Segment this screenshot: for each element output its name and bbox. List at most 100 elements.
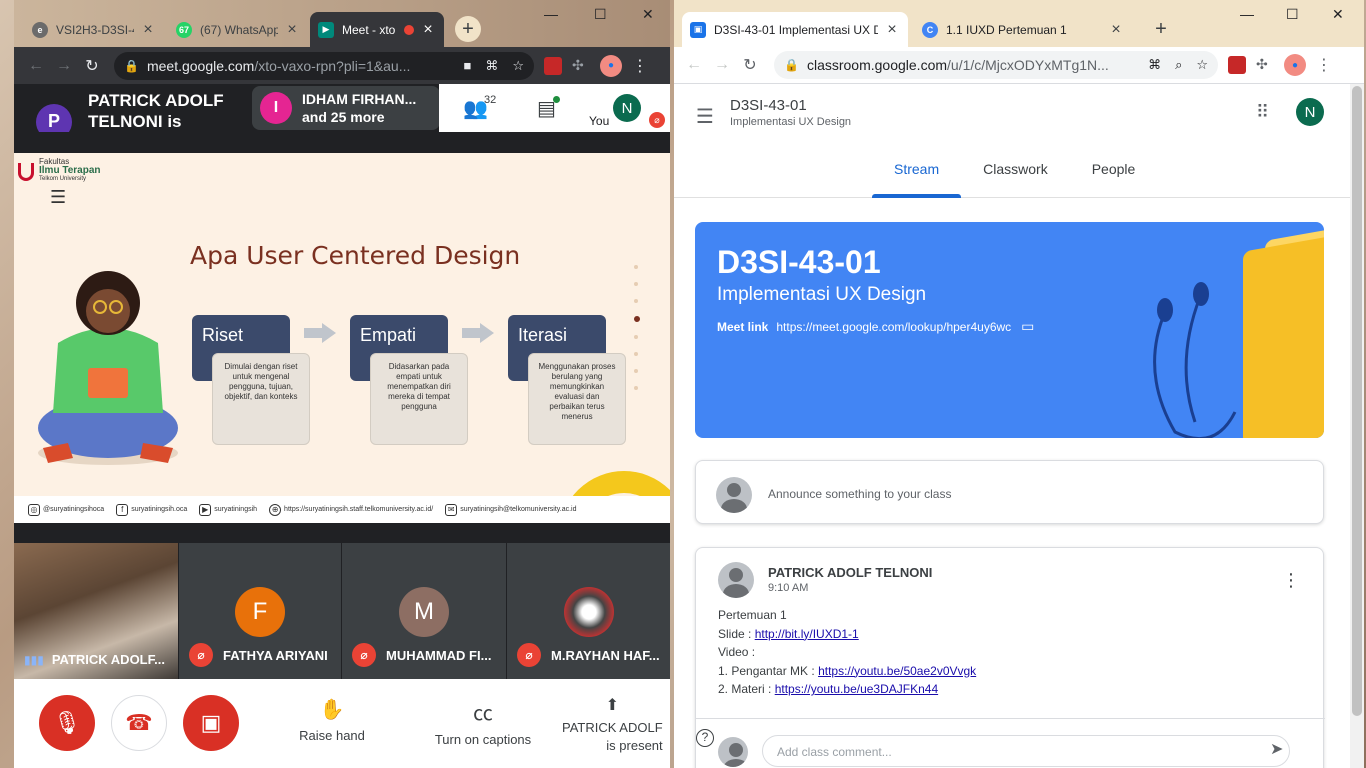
participants-pill[interactable]: I IDHAM FIRHAN... and 25 more [252,86,440,130]
zoom-icon[interactable]: ⌕ [1175,57,1182,73]
close-icon[interactable]: × [284,21,300,39]
announce-box[interactable]: Announce something to your class [695,460,1324,524]
participant-tile[interactable]: M ⌀ MUHAMMAD FI... [342,543,506,679]
step-riset-desc: Dimulai dengan riset untuk mengenal peng… [212,353,310,445]
speaking-icon: ▮▮▮ [24,652,44,667]
scrollbar[interactable] [1350,84,1364,768]
lock-icon: 🔒 [124,58,139,73]
maximize-icon[interactable]: ☐ [594,6,607,23]
slide-link[interactable]: http://bit.ly/IUXD1-1 [755,627,859,641]
self-avatar: N [613,94,641,122]
arrow-right-icon [462,323,494,343]
extension-icon[interactable] [1228,56,1246,74]
reload-icon[interactable]: ↻ [78,56,106,76]
class-title[interactable]: D3SI-43-01 [730,97,807,114]
scrollbar-thumb[interactable] [1352,86,1362,716]
mic-off-icon: ⌀ [352,643,376,667]
tab-whatsapp[interactable]: 67 (67) WhatsApp × [168,12,308,47]
profile-avatar[interactable]: ● [600,54,622,77]
headphones-illustration [1153,282,1237,438]
tab-classroom[interactable]: ▣ D3SI-43-01 Implementasi UX D × [682,12,908,47]
profile-avatar[interactable]: ● [1284,54,1306,76]
close-window-icon[interactable]: ✕ [1332,6,1344,23]
video-link-1[interactable]: https://youtu.be/50ae2v0Vvgk [818,664,976,678]
step-empati-desc: Didasarkan pada empati untuk menempatkan… [370,353,468,445]
slide-title: Apa User Centered Design [190,241,521,270]
minimize-icon[interactable]: — [544,6,558,22]
captions-button[interactable]: ㏄ Turn on captions [430,697,536,747]
mic-off-button[interactable]: 🎙 [39,695,95,751]
apps-grid-icon[interactable]: ⠿ [1256,102,1269,123]
tab-meet[interactable]: ▶ Meet - xto × [310,12,444,47]
present-screen-icon: ⬆ [605,697,620,714]
new-tab-button[interactable]: + [1148,16,1174,42]
account-avatar[interactable]: N [1296,98,1324,126]
translate-icon[interactable]: ⌘ [485,58,498,74]
puzzle-icon[interactable]: ✣ [1256,56,1274,74]
globe-icon: ⊕ [269,503,282,516]
post-author: PATRICK ADOLF TELNONI [768,565,933,580]
comment-row: Add class comment... ➤ [696,718,1325,768]
tab-vsi[interactable]: e VSI2H3-D3SI-4 × [24,12,164,47]
camera-icon[interactable]: ■ [463,58,471,74]
close-icon[interactable]: × [884,21,900,39]
meet-tools: 👥 32 ▤ N You ⌀ [439,84,670,132]
banner-subtitle: Implementasi UX Design [717,284,927,305]
participant-tile[interactable]: ⌀ M.RAYHAN HAF... [507,543,670,679]
reload-icon[interactable]: ↻ [736,55,764,75]
address-bar[interactable]: 🔒 classroom.google.com/u/1/c/MjcxODYxMTg… [774,51,1218,79]
close-window-icon[interactable]: ✕ [642,6,654,23]
class-comment-input[interactable]: Add class comment... [762,735,1290,767]
video-link-2[interactable]: https://youtu.be/ue3DAJFKn44 [775,682,938,696]
tab-classwork[interactable]: Classwork [961,160,1070,198]
address-bar[interactable]: 🔒 meet.google.com/xto-vaxo-rpn?pli=1&au.… [114,51,534,80]
reading-person-illustration [38,271,178,465]
browser-menu-icon[interactable]: ⋮ [632,56,648,76]
leave-call-button[interactable]: ☎ [111,695,167,751]
slide-footer: ◎ @suryatiningsihoca f suryatiningsih.oca … [14,496,670,523]
tab-stream[interactable]: Stream [872,160,962,198]
participant-photo [563,587,614,637]
chat-notification-dot [553,96,560,103]
video-camera-icon[interactable]: ▭ [1021,318,1034,335]
star-icon[interactable]: ☆ [512,58,524,74]
tab-strip: e VSI2H3-D3SI-4 × 67 (67) WhatsApp × ▶ M… [14,0,670,47]
tab-strip: ▣ D3SI-43-01 Implementasi UX D × C 1.1 I… [674,0,1364,47]
forward-icon[interactable]: → [50,57,78,75]
people-count: 32 [484,94,497,106]
new-tab-button[interactable]: + [455,16,481,42]
tab-people[interactable]: People [1070,160,1158,198]
presenting-button[interactable]: ⬆ PATRICK ADOLF is present [562,697,663,755]
presentation-slide: Fakultas Ilmu Terapan Telkom University ☰ … [14,153,670,523]
menu-icon[interactable]: ☰ [696,104,714,129]
translate-icon[interactable]: ⌘ [1148,57,1161,73]
close-icon[interactable]: × [1108,21,1124,39]
close-icon[interactable]: × [140,21,156,39]
back-icon[interactable]: ← [22,57,50,75]
send-icon[interactable]: ➤ [1270,739,1283,759]
camera-off-button[interactable]: ▣ [183,695,239,751]
participant-avatar: I [260,92,292,124]
meet-header: P PATRICK ADOLF TELNONI is presenting I … [14,84,670,152]
user-avatar [718,737,748,767]
stream-content: D3SI-43-01 Implementasi UX Design Meet l… [674,198,1350,768]
star-icon[interactable]: ☆ [1196,57,1208,73]
back-icon[interactable]: ← [680,56,708,74]
help-icon[interactable]: ? [696,729,714,747]
close-icon[interactable]: × [420,21,436,39]
meet-link[interactable]: Meet link https://meet.google.com/lookup… [717,318,1034,335]
tab-pertemuan[interactable]: C 1.1 IUXD Pertemuan 1 × [914,12,1132,47]
maximize-icon[interactable]: ☐ [1286,6,1299,23]
browser-menu-icon[interactable]: ⋮ [1316,55,1332,75]
more-options-icon[interactable]: ⋮ [1282,570,1300,591]
raise-hand-button[interactable]: ✋ Raise hand [298,697,366,743]
extension-icon[interactable] [544,56,562,75]
captions-icon: ㏄ [473,703,493,725]
puzzle-icon[interactable]: ✣ [572,57,590,75]
participant-tile-video[interactable]: ▮▮▮ PATRICK ADOLF... [14,543,178,679]
class-subtitle: Implementasi UX Design [730,116,852,128]
forward-icon[interactable]: → [708,56,736,74]
arrow-right-icon [304,323,336,343]
participant-tile[interactable]: F ⌀ FATHYA ARIYANI [179,543,341,679]
minimize-icon[interactable]: — [1240,6,1254,22]
